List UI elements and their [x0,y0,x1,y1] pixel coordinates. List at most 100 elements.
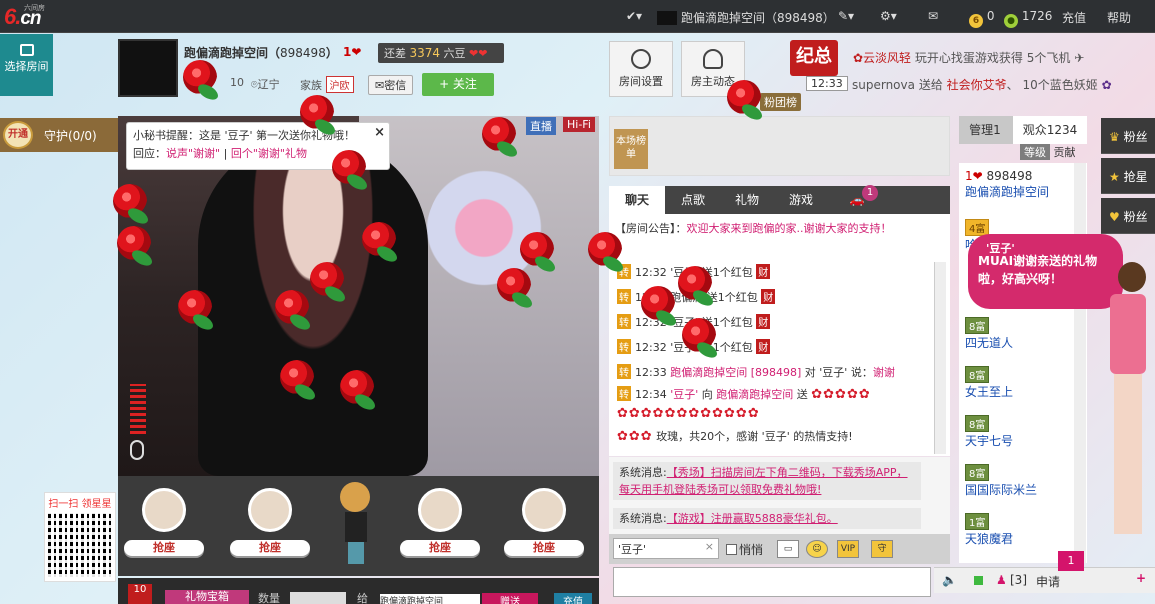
sort-contribution[interactable]: 贡献 [1054,146,1076,159]
tab-admins[interactable]: 管理1 [959,116,1011,144]
seat-3[interactable]: 抢座 [394,488,486,566]
list-item[interactable]: 8富 国国际际米兰 [965,464,1037,498]
avatar [418,488,462,532]
rose-effect [588,232,622,266]
gear-icon[interactable]: ⚙▾ [880,9,897,23]
shield-icon[interactable]: ✔▾ [626,9,642,23]
fan-group-rank[interactable]: 粉团榜 [760,93,801,111]
tab-game[interactable]: 游戏 [773,186,829,214]
list-item[interactable]: 8富 四无道人 [965,317,1013,351]
select-room-button[interactable]: 选择房间 [0,34,53,96]
level-diff: 还差 3374 六豆 ❤❤ [378,43,504,63]
fans-heart-button[interactable]: ♥ 粉丝 [1101,198,1155,234]
mail-icon: ✉ [375,79,385,92]
speech-bubble: '豆子' MUAI谢谢亲送的礼物啦，好高兴呀！ [968,234,1123,309]
grab-star-button[interactable]: ★ 抢星 [1101,158,1155,194]
emoji-icon[interactable]: ☺ [806,540,828,558]
help-link[interactable]: 帮助 [1107,9,1131,26]
bean-icon: ● [1004,14,1018,28]
image-icon[interactable]: ▭ [777,540,799,558]
host-avatar[interactable] [118,39,178,97]
room-settings-button[interactable]: 房间设置 [609,41,673,97]
seat-1[interactable]: 抢座 [118,488,210,566]
ticker-time: 12:33 [806,76,848,91]
rose-effect [340,370,374,404]
qr-title: 扫一扫 领星星 [48,499,112,510]
plus-icon[interactable]: + [1136,571,1146,585]
volume-icon[interactable]: 🔈 [942,573,957,587]
session-rank-tag[interactable]: 本场榜单 [614,129,648,169]
secret-msg-button[interactable]: ✉密信 [368,75,414,95]
list-item[interactable]: 8富 天宇七号 [965,415,1013,449]
mail-icon[interactable]: ✉ [928,9,938,23]
edit-icon[interactable]: ✎▾ [838,9,854,23]
list-item[interactable]: 1富 天狼魔君 [965,513,1013,547]
rose-effect [682,318,716,352]
seat-4[interactable]: 抢座 [498,488,590,566]
qty-input[interactable] [290,592,346,604]
message-input[interactable] [613,567,931,597]
room-title[interactable]: 跑偏滴跑掉空间（898498） [657,9,835,26]
rose-effect [280,360,314,394]
close-icon[interactable]: × [374,124,385,142]
chat-panel[interactable]: 【房间公告】：欢迎大家来到跑偏的家..谢谢大家的支持！ 转12:32 '豆子' … [609,214,950,456]
audience-list[interactable]: 1❤ 898498跑偏滴跑掉空间 4富哈哈 8富四无道人 8富女王至上 8富天宇… [959,163,1087,563]
qty-label: 数量 [258,592,280,604]
recharge-button[interactable]: 充值 [554,593,592,604]
bean-balance[interactable]: ● 1726 [1004,9,1052,28]
vip-icon[interactable]: VIP [837,540,859,558]
follow-button[interactable]: + 关注 [422,73,494,96]
whisper-checkbox[interactable]: 悄悄 [726,541,763,558]
chat-line: 转 12:34 '豆子' 向 跑偏滴跑掉空间 送 ✿✿✿✿✿ [617,386,871,402]
rose-effect [497,268,531,302]
rose-effect [641,286,675,320]
seat-2[interactable]: 抢座 [224,488,316,566]
list-item[interactable]: 1❤ 898498 跑偏滴跑掉空间 [965,169,1049,200]
mic-level [130,384,150,464]
crown-icon: ♛ [1109,130,1120,144]
guard-open-badge[interactable]: 开通 [3,121,33,149]
tab-chat[interactable]: 聊天 [609,186,665,214]
rose-effect [275,290,309,324]
room-icon [19,44,34,56]
close-icon[interactable]: × [705,540,714,553]
system-link[interactable]: 【游戏】注册赢取5888豪华礼包。 [667,512,838,525]
rose-effect [117,226,151,260]
tab-song[interactable]: 点歌 [665,186,721,214]
to-select[interactable]: 跑偏滴跑掉空间 [380,594,480,604]
chat-scrollbar[interactable] [934,262,946,454]
guard-icon[interactable]: 守 [871,540,893,558]
thanks-gift-link[interactable]: 回个"谢谢"礼物 [231,147,307,160]
jinian-badge[interactable]: 纪总 [790,40,838,76]
rose-effect [482,117,516,151]
rose-icon: ✿✿✿ [617,429,653,444]
sort-level[interactable]: 等级 [1020,144,1050,160]
tab-gift[interactable]: 礼物 [719,186,775,214]
list-item[interactable]: 8富 女王至上 [965,366,1013,400]
recipient-field[interactable]: '豆子' × [613,538,719,559]
recharge-link[interactable]: 充值 [1062,9,1086,26]
tab-viewers[interactable]: 观众1234 [1013,116,1087,144]
fans-button[interactable]: ♛ 粉丝 [1101,118,1155,154]
system-message: 系统消息:【秀场】扫描房间左下角二维码，下载秀场APP，每天用手机登陆秀场可以领… [613,462,921,500]
audience-scrollbar[interactable] [1074,163,1086,563]
rose-effect [727,80,761,114]
logo-sub: 六间房 [24,4,45,12]
guard-label: 守护(0/0) [44,129,97,143]
host-name[interactable]: 跑偏滴跑掉空间（898498） [184,44,338,61]
location-icon: ⌾ [251,78,258,91]
rose-effect [183,60,217,94]
family-tag[interactable]: 沪欧 [325,76,354,93]
fans-count: 10 [230,76,244,89]
hifi-badge[interactable]: Hi-Fi [563,117,595,132]
user-icon[interactable]: ♟ [996,573,1007,587]
gear-icon [631,49,651,69]
say-thanks-link[interactable]: 说声"谢谢" [166,147,220,160]
apply-button[interactable]: 申请 [1036,573,1060,590]
give-button[interactable]: 赠送 [482,593,538,604]
user-count: [3] [1010,573,1027,587]
guard-panel[interactable]: 开通 守护(0/0) [0,118,118,152]
side-buttons: ♛ 粉丝 ★ 抢星 ♥ 粉丝 [1101,118,1155,236]
gift-box-tab[interactable]: 礼物宝箱 [165,590,249,604]
coin-balance[interactable]: 6 0 [969,9,994,28]
